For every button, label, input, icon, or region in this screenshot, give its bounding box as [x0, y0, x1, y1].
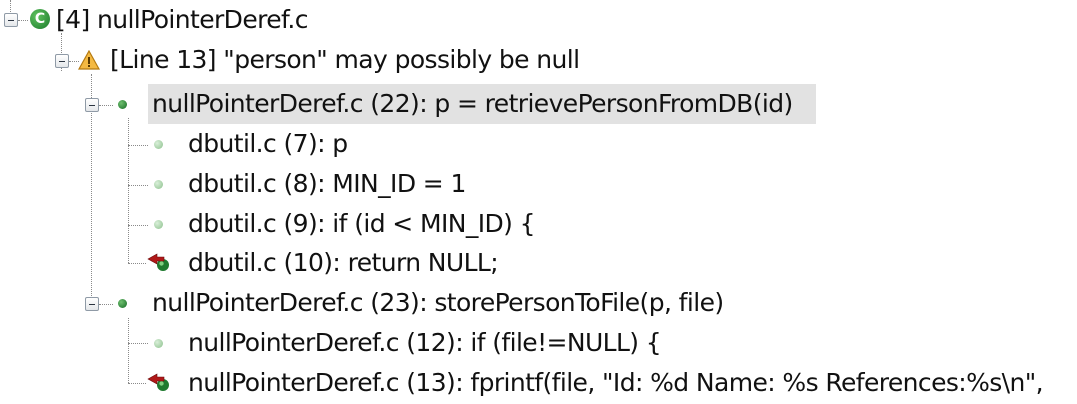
- collapse-toggle[interactable]: [4, 13, 18, 27]
- collapse-toggle[interactable]: [55, 54, 69, 68]
- tree-node-trace-substep[interactable]: dbutil.c (9): if (id < MIN_ID) {: [0, 204, 1077, 244]
- tree-node-trace-substep[interactable]: dbutil.c (8): MIN_ID = 1: [0, 164, 1077, 204]
- trace-step-icon: [118, 299, 127, 308]
- collapse-toggle[interactable]: [85, 98, 99, 112]
- tree-node-trace-step[interactable]: nullPointerDeref.c (23): storePersonToFi…: [0, 283, 1077, 323]
- trace-substep-icon: [154, 140, 163, 149]
- trace-node-label: nullPointerDeref.c (12): if (file!=NULL)…: [188, 328, 662, 357]
- trace-node-label: dbutil.c (8): MIN_ID = 1: [188, 169, 466, 198]
- trace-step-icon: [118, 100, 127, 109]
- trace-node-label: nullPointerDeref.c (23): storePersonToFi…: [152, 288, 724, 317]
- c-source-file-icon: C: [30, 9, 50, 29]
- warning-icon: [78, 50, 100, 70]
- tree-node-trace-return[interactable]: dbutil.c (10): return NULL;: [0, 243, 1077, 283]
- trace-node-label: nullPointerDeref.c (13): fprintf(file, "…: [188, 368, 1044, 397]
- trace-node-label: dbutil.c (9): if (id < MIN_ID) {: [188, 209, 536, 238]
- trace-node-label: nullPointerDeref.c (22): p = retrievePer…: [152, 89, 793, 118]
- tree-node-warning[interactable]: [Line 13] "person" may possibly be null: [0, 40, 1077, 80]
- return-arrow-icon: [147, 253, 169, 271]
- trace-substep-icon: [154, 180, 163, 189]
- trace-node-label: dbutil.c (7): p: [188, 129, 348, 158]
- file-node-label: [4] nullPointerDeref.c: [56, 5, 308, 34]
- warning-node-label: [Line 13] "person" may possibly be null: [110, 45, 580, 74]
- tree-guide-line: [18, 20, 28, 21]
- trace-node-label: dbutil.c (10): return NULL;: [188, 248, 499, 277]
- trace-substep-icon: [154, 220, 163, 229]
- return-arrow-icon: [147, 373, 169, 391]
- expand-toggle[interactable]: [85, 297, 99, 311]
- tree-node-trace-substep[interactable]: nullPointerDeref.c (12): if (file!=NULL)…: [0, 323, 1077, 363]
- tree-guide-line: [99, 105, 113, 106]
- tree-node-trace-step[interactable]: nullPointerDeref.c (22): p = retrievePer…: [0, 84, 1077, 124]
- trace-substep-icon: [154, 339, 163, 348]
- tree-node-file[interactable]: C [4] nullPointerDeref.c: [0, 0, 1077, 40]
- tree-node-trace-substep[interactable]: dbutil.c (7): p: [0, 124, 1077, 164]
- tree-guide-line: [99, 304, 113, 305]
- tree-node-trace-return[interactable]: nullPointerDeref.c (13): fprintf(file, "…: [0, 363, 1077, 403]
